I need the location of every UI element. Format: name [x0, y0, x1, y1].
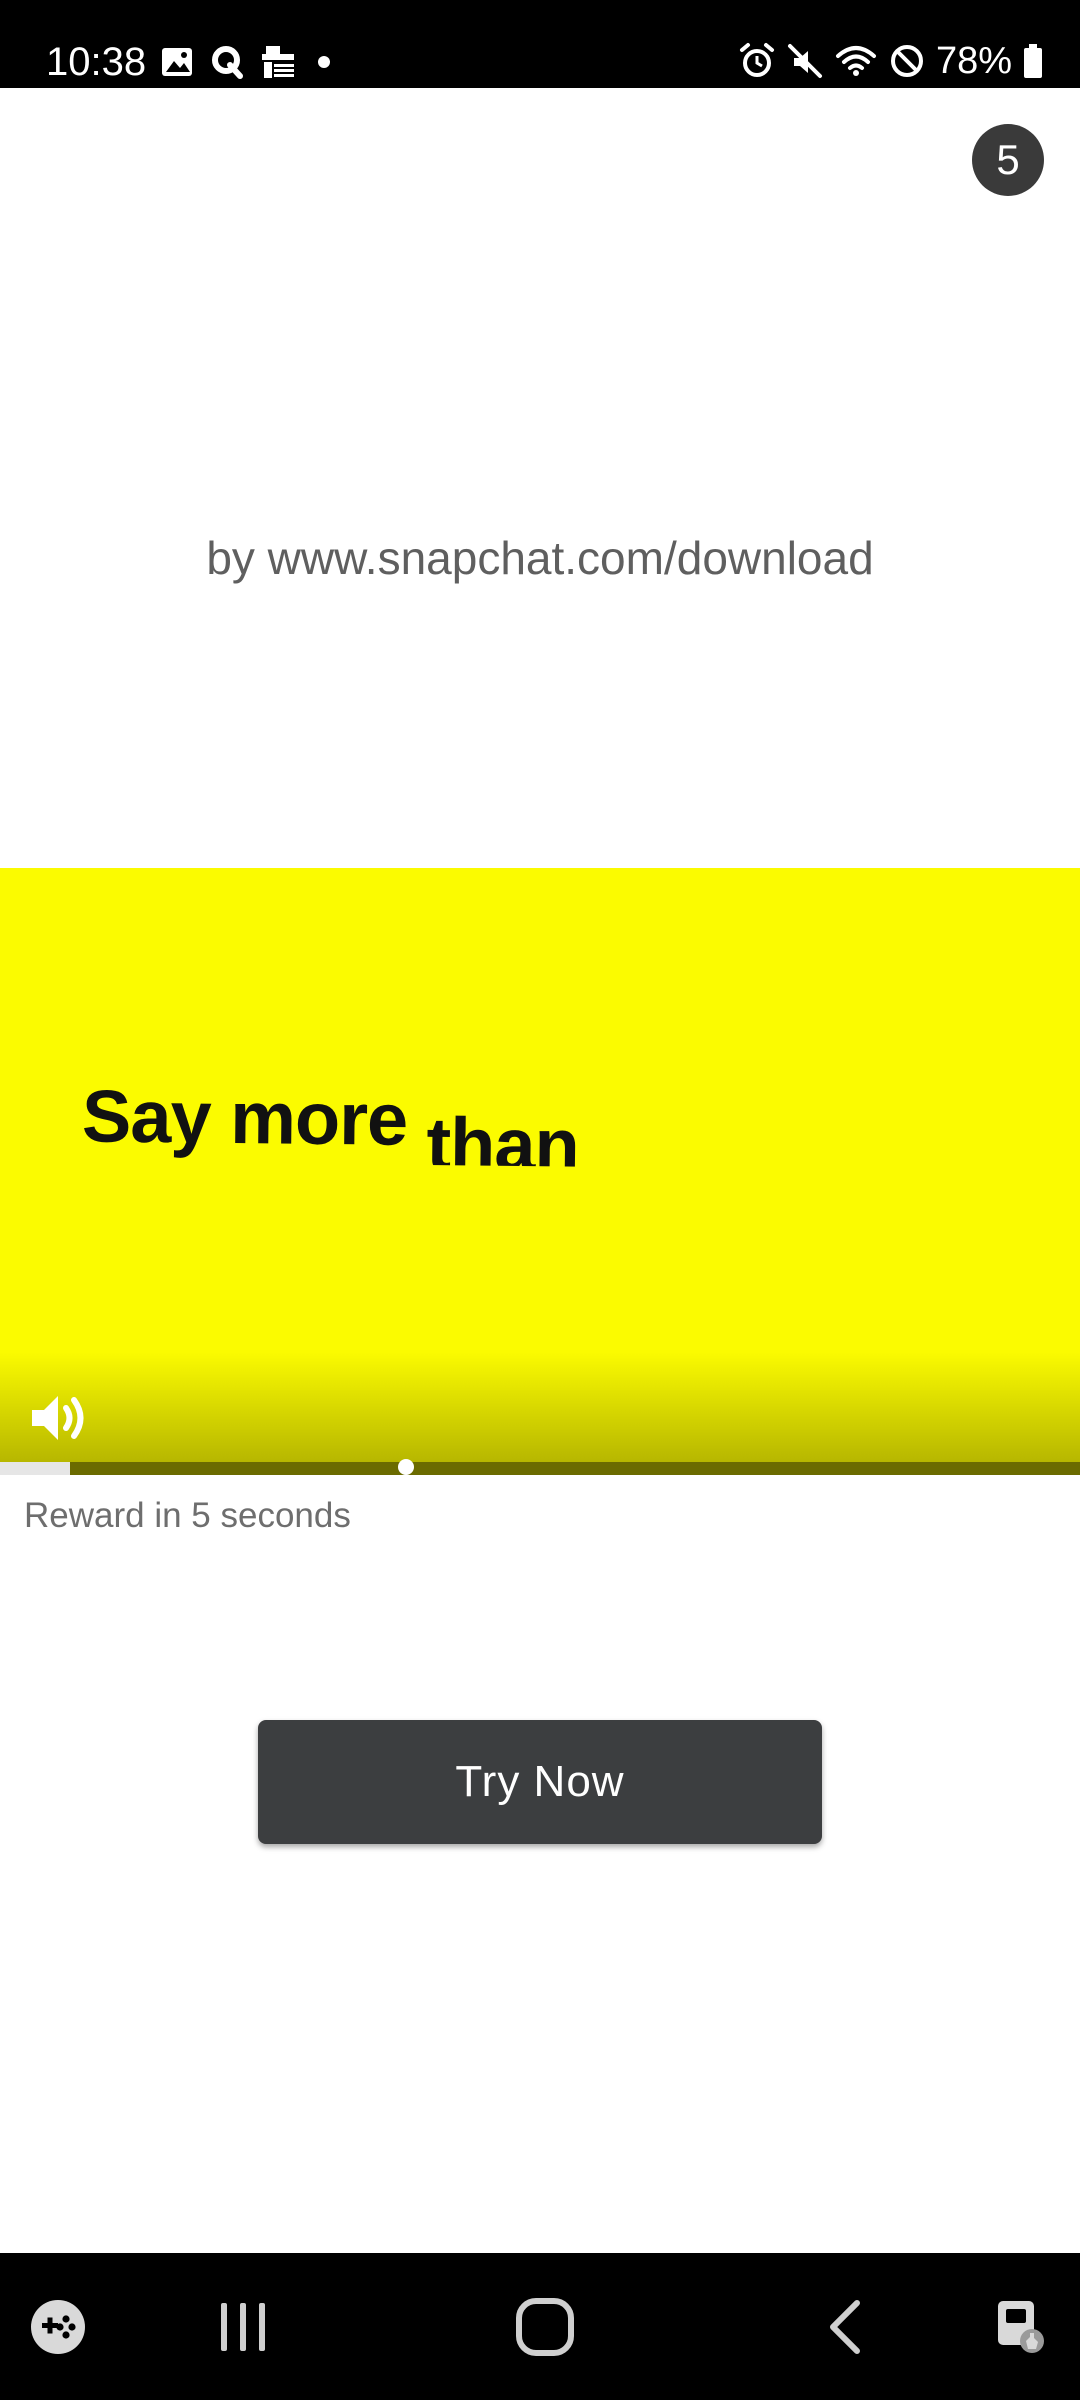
alarm-icon: [738, 42, 776, 80]
video-caption-main: Say more: [81, 1074, 428, 1162]
notification-dot-icon: [312, 50, 336, 74]
q-app-icon: [210, 44, 244, 80]
video-progress-knob: [398, 1459, 414, 1475]
video-progress-fill: [0, 1462, 71, 1475]
do-not-disturb-icon: [888, 42, 926, 80]
screen-pin-icon: [990, 2297, 1050, 2357]
wifi-icon: [834, 42, 878, 80]
status-bar: 10:38 78%: [0, 0, 1080, 88]
status-right-icons: 78%: [738, 38, 1044, 84]
mute-icon: [786, 42, 824, 80]
back-button[interactable]: [800, 2253, 890, 2400]
ad-video[interactable]: Say more than: [0, 868, 1080, 1462]
status-time: 10:38: [46, 40, 147, 84]
reward-countdown-text: Reward in 5 seconds: [24, 1496, 351, 1535]
toll-app-icon: [260, 44, 296, 80]
video-gradient: [0, 1352, 1080, 1462]
sound-toggle-button[interactable]: [26, 1384, 94, 1452]
advertiser-url[interactable]: by www.snapchat.com/download: [0, 530, 1080, 586]
battery-percent: 78%: [935, 40, 1012, 82]
home-button[interactable]: [500, 2253, 590, 2400]
countdown-badge: 5: [972, 124, 1044, 196]
navigation-bar: [0, 2253, 1080, 2400]
gallery-icon: [160, 45, 194, 79]
recent-apps-button[interactable]: [200, 2253, 286, 2400]
video-caption-tail: than: [426, 1102, 580, 1167]
back-icon: [823, 2297, 867, 2357]
game-launcher-button[interactable]: [18, 2253, 98, 2400]
game-launcher-icon: [28, 2297, 88, 2357]
screen-pin-button[interactable]: [980, 2253, 1060, 2400]
status-left-icons: [160, 40, 336, 84]
video-caption: Say more than: [82, 1071, 580, 1166]
recent-apps-icon: [215, 2299, 271, 2355]
battery-icon: [1022, 42, 1044, 80]
speaker-on-icon: [26, 1396, 94, 1456]
home-icon: [514, 2296, 576, 2358]
try-now-button[interactable]: Try Now: [258, 1720, 822, 1844]
video-progress-bar: [0, 1462, 1080, 1475]
